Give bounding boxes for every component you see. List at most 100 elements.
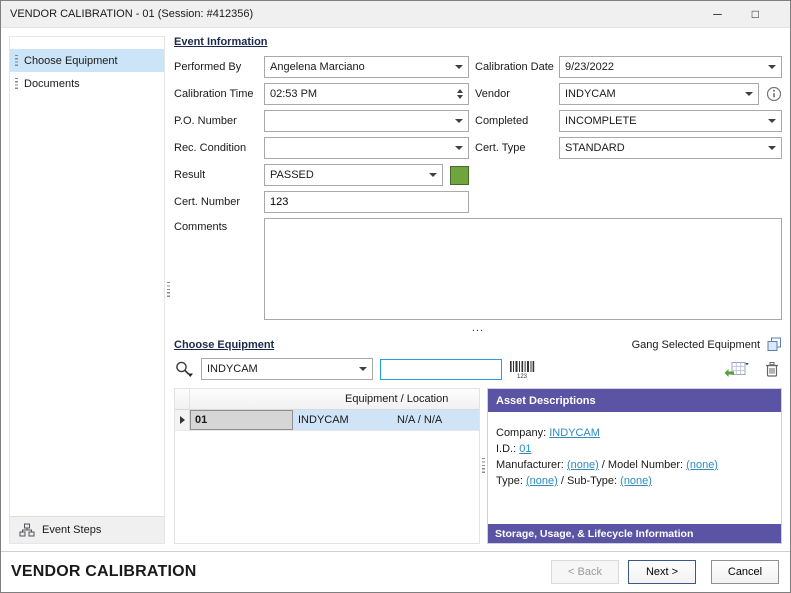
delete-button[interactable] <box>765 361 779 378</box>
chevron-down-icon <box>455 119 463 123</box>
event-steps-label: Event Steps <box>42 524 101 536</box>
id-label: I.D.: <box>496 443 516 455</box>
grip-icon <box>15 78 18 89</box>
asset-descriptions-panel: Asset Descriptions Company: INDYCAM I.D.… <box>487 388 782 544</box>
calibration-date-combobox[interactable]: 9/23/2022 <box>559 56 782 78</box>
row-id-cell[interactable]: 01 <box>190 410 293 430</box>
splitter-grip-icon <box>167 282 170 298</box>
model-number-link[interactable]: (none) <box>686 459 718 471</box>
vendor-field: INDYCAM <box>559 83 782 105</box>
gang-selected-equipment-label: Gang Selected Equipment <box>632 339 760 351</box>
asset-company-line: Company: INDYCAM <box>496 425 773 441</box>
add-to-grid-button[interactable] <box>724 361 749 378</box>
calibration-time-spinner[interactable]: 02:53 PM <box>264 83 469 105</box>
back-button[interactable]: < Back <box>551 560 619 584</box>
barcode-icon: 123 <box>509 360 535 379</box>
sidebar-item-label: Documents <box>24 78 80 90</box>
chevron-down-icon <box>359 367 367 371</box>
cert-number-input[interactable] <box>264 191 469 213</box>
rec-condition-combobox[interactable] <box>264 137 469 159</box>
minimize-button[interactable]: ─ <box>713 8 722 20</box>
result-color-swatch <box>450 166 469 185</box>
row-selector-cell <box>175 410 190 430</box>
comments-label: Comments <box>174 218 264 233</box>
row-equipment-cell[interactable]: INDYCAM <box>293 410 393 430</box>
row-location-cell[interactable]: N/A / N/A <box>393 410 479 430</box>
po-number-combobox[interactable] <box>264 110 469 132</box>
chevron-down-icon <box>768 65 776 69</box>
gang-selected-equipment-button[interactable]: Gang Selected Equipment <box>632 337 782 352</box>
window-title: VENDOR CALIBRATION - 01 (Session: #41235… <box>10 8 253 20</box>
sidebar: Choose Equipment Documents Event Steps <box>9 36 165 544</box>
time-spinner-buttons[interactable] <box>457 89 463 99</box>
info-icon[interactable] <box>766 86 782 102</box>
title-bar: VENDOR CALIBRATION - 01 (Session: #41235… <box>1 1 790 28</box>
id-link[interactable]: 01 <box>519 443 531 455</box>
chevron-down-icon <box>455 65 463 69</box>
section-heading-event-information: Event Information <box>174 36 782 48</box>
type-link[interactable]: (none) <box>526 475 558 487</box>
chevron-down-icon <box>745 92 753 96</box>
comments-textarea[interactable] <box>264 218 782 320</box>
footer-bar: VENDOR CALIBRATION < Back Next > Cancel <box>1 551 790 592</box>
performed-by-label: Performed By <box>174 61 264 73</box>
search-button[interactable] <box>174 360 194 378</box>
table-header: Equipment / Location <box>175 389 479 410</box>
choose-equipment-controls: INDYCAM 123 <box>174 358 782 380</box>
chevron-down-icon <box>768 119 776 123</box>
po-number-label: P.O. Number <box>174 115 264 127</box>
chevron-down-icon <box>429 173 437 177</box>
completed-label: Completed <box>469 115 559 127</box>
cert-type-combobox[interactable]: STANDARD <box>559 137 782 159</box>
maximize-button[interactable]: □ <box>752 8 759 20</box>
sidebar-item-choose-equipment[interactable]: Choose Equipment <box>10 49 164 72</box>
table-import-icon <box>724 361 749 378</box>
cancel-button[interactable]: Cancel <box>711 560 779 584</box>
event-steps-button[interactable]: Event Steps <box>10 516 164 543</box>
company-link[interactable]: INDYCAM <box>549 427 600 439</box>
row-marker-icon <box>180 416 185 424</box>
model-number-label: / Model Number: <box>602 459 683 471</box>
chevron-down-icon <box>768 146 776 150</box>
completed-combobox[interactable]: INCOMPLETE <box>559 110 782 132</box>
table-row[interactable]: 01 INDYCAM N/A / N/A <box>175 410 479 431</box>
sidebar-item-label: Choose Equipment <box>24 55 118 67</box>
chevron-down-icon <box>455 146 463 150</box>
org-chart-icon <box>19 523 35 537</box>
sidebar-item-documents[interactable]: Documents <box>10 72 164 95</box>
rec-condition-label: Rec. Condition <box>174 142 264 154</box>
panel-splitter[interactable] <box>480 388 487 544</box>
wizard-title: VENDOR CALIBRATION <box>11 563 197 581</box>
header-selector-cell <box>175 389 190 409</box>
equipment-table: Equipment / Location 01 INDYCAM N/A / N/… <box>174 388 480 544</box>
sidebar-splitter[interactable] <box>165 36 172 544</box>
asset-type-line: Type: (none) / Sub-Type: (none) <box>496 473 773 489</box>
table-empty-area <box>175 431 479 543</box>
performed-by-combobox[interactable]: Angelena Marciano <box>264 56 469 78</box>
table-header-label: Equipment / Location <box>345 393 448 405</box>
company-label: Company: <box>496 427 546 439</box>
choose-equipment-header-row: Choose Equipment Gang Selected Equipment <box>174 337 782 352</box>
wizard-buttons: < Back Next > Cancel <box>551 560 779 584</box>
splitter-grip-icon <box>482 458 485 474</box>
next-button[interactable]: Next > <box>628 560 696 584</box>
vendor-label: Vendor <box>469 88 559 100</box>
trash-icon <box>765 361 779 378</box>
equipment-filter-combobox[interactable]: INDYCAM <box>201 358 373 380</box>
result-label: Result <box>174 169 264 181</box>
main-panel: Event Information Performed By Angelena … <box>172 36 782 544</box>
manufacturer-link[interactable]: (none) <box>567 459 599 471</box>
spinner-down-icon[interactable] <box>457 95 463 99</box>
grip-icon <box>15 55 18 66</box>
spinner-up-icon[interactable] <box>457 89 463 93</box>
result-combobox[interactable]: PASSED <box>264 164 443 186</box>
barcode-scan-input[interactable] <box>380 359 502 380</box>
subtype-label: / Sub-Type: <box>561 475 617 487</box>
vendor-combobox[interactable]: INDYCAM <box>559 83 759 105</box>
storage-lifecycle-header[interactable]: Storage, Usage, & Lifecycle Information <box>488 524 781 543</box>
collapse-handle[interactable]: ... <box>174 323 782 335</box>
event-information-form: Performed By Angelena Marciano Calibrati… <box>174 56 782 320</box>
subtype-link[interactable]: (none) <box>620 475 652 487</box>
copy-icon <box>767 337 782 352</box>
asset-id-line: I.D.: 01 <box>496 441 773 457</box>
